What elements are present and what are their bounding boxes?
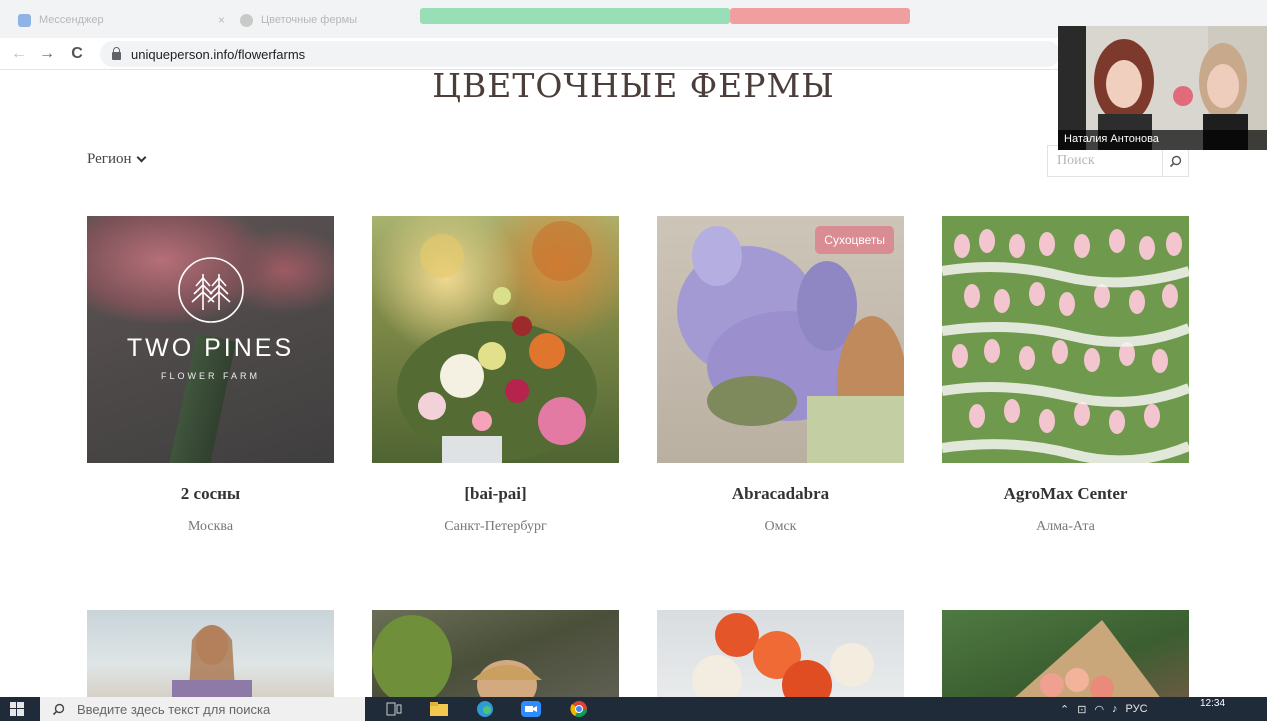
two-pines-logo: TWO PINES FLOWER FARM — [87, 216, 334, 463]
logo-title: TWO PINES — [126, 334, 295, 362]
tulip-field-photo — [1012, 620, 1162, 700]
edge-icon[interactable] — [474, 700, 496, 718]
back-arrow-icon[interactable]: ← — [9, 44, 29, 64]
url-text: uniqueperson.info/flowerfarms — [131, 46, 306, 62]
reload-icon[interactable]: C — [67, 44, 87, 64]
farm-image-row2-4[interactable] — [942, 610, 1189, 700]
bouquet-photo — [397, 221, 597, 463]
windows-taskbar: Введите здесь текст для поиска ⌃ ⊡ ◠ ♪ Р… — [0, 697, 1267, 721]
taskbar-search-placeholder: Введите здесь текст для поиска — [77, 701, 271, 717]
search-button[interactable] — [1162, 146, 1188, 176]
system-tray: ⌃ ⊡ ◠ ♪ РУС — [1060, 697, 1156, 721]
farm-city: Санкт-Петербург — [444, 519, 547, 534]
category-badge: Сухоцветы — [815, 226, 894, 254]
farm-image-bai-pai[interactable] — [372, 216, 619, 463]
farm-image-row2-2[interactable] — [372, 610, 619, 700]
volume-icon[interactable]: ♪ — [1112, 703, 1118, 715]
close-tab-icon[interactable]: × — [218, 13, 225, 27]
video-call-thumbnail[interactable]: Наталия Антонова — [1058, 26, 1267, 150]
taskbar-search[interactable]: Введите здесь текст для поиска — [40, 697, 365, 721]
screen-share-banner — [420, 8, 730, 24]
screen: Мессенджер × Цветочные фермы ← → C uniqu… — [0, 0, 1267, 721]
portrait-photo — [172, 625, 252, 700]
farm-image-agromax[interactable] — [942, 216, 1189, 463]
address-bar[interactable]: uniqueperson.info/flowerfarms — [100, 41, 1060, 67]
farm-city: Москва — [187, 519, 234, 534]
ranunculus-photo — [692, 613, 874, 700]
logo-subtitle: FLOWER FARM — [160, 371, 260, 381]
farm-name[interactable]: 2 сосны — [87, 484, 334, 504]
farm-city: Омск — [764, 519, 797, 534]
region-filter-dropdown[interactable]: Регион — [87, 151, 146, 168]
tab-title: Мессенджер — [39, 14, 104, 26]
tab-title: Цветочные фермы — [261, 14, 358, 26]
farm-name[interactable]: Abracadabra — [657, 484, 904, 504]
farm-name[interactable]: [bai-pai] — [372, 484, 619, 504]
farm-name[interactable]: AgroMax Center — [942, 484, 1189, 504]
chrome-icon[interactable] — [568, 700, 590, 718]
file-explorer-icon[interactable] — [428, 700, 450, 718]
messenger-favicon-icon — [18, 13, 31, 27]
chevron-up-icon[interactable]: ⌃ — [1060, 703, 1069, 716]
zoom-icon[interactable] — [520, 700, 542, 718]
taskbar-clock[interactable]: 12:34 — [1200, 698, 1225, 709]
wifi-icon[interactable]: ◠ — [1094, 703, 1104, 716]
windows-start-icon[interactable] — [10, 702, 24, 716]
chevron-down-icon — [136, 152, 146, 163]
tab-flower-farms[interactable]: Цветочные фермы — [240, 8, 420, 32]
farm-image-row2-1[interactable] — [87, 610, 334, 700]
farm-image-row2-3[interactable] — [657, 610, 904, 700]
forward-arrow-icon[interactable]: → — [37, 44, 57, 64]
search-input[interactable] — [1048, 146, 1162, 176]
tulips-photo — [942, 216, 1189, 463]
farm-city: Алма-Ата — [1036, 519, 1095, 534]
greenhouse-photo — [372, 615, 542, 700]
language-indicator[interactable]: РУС — [1126, 703, 1148, 715]
farm-image-2-sosny[interactable]: TWO PINES FLOWER FARM — [87, 216, 334, 463]
search-icon — [1169, 155, 1182, 167]
participant-name: Наталия Антонова — [1058, 130, 1267, 150]
tab-messenger[interactable]: Мессенджер × — [18, 8, 233, 32]
pines-logo-icon — [177, 257, 244, 323]
lock-icon — [112, 47, 121, 60]
site-favicon-icon — [240, 13, 253, 27]
network-icon[interactable]: ⊡ — [1077, 703, 1086, 716]
farm-image-abracadabra[interactable]: Сухоцветы — [657, 216, 904, 463]
stop-sharing-banner[interactable] — [730, 8, 910, 24]
search-icon — [52, 703, 65, 715]
task-view-icon[interactable] — [383, 700, 405, 718]
region-label: Регион — [87, 151, 132, 167]
